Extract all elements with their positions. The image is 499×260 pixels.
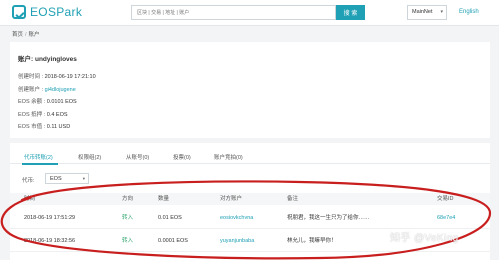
breadcrumb-home[interactable]: 首页 xyxy=(12,32,23,38)
logo-icon xyxy=(12,5,26,19)
logo-text: EOSPark xyxy=(30,5,83,19)
tx-amount: 0.0001 EOS xyxy=(158,238,188,244)
tx-counterparty-link[interactable]: eosiovkchvna xyxy=(220,207,253,229)
watermark: 知乎 @VeKing xyxy=(390,233,459,244)
tx-time: 2018-06-19 17:51:29 xyxy=(24,215,76,221)
token-filter-label: 代币: xyxy=(22,178,35,184)
tx-counterparty-link[interactable]: yuyanjunbaba xyxy=(220,230,254,252)
info-label: EOS 余额 : xyxy=(18,99,46,105)
network-select[interactable]: MainNet ▾ xyxy=(407,5,447,20)
tab-token-transfers[interactable]: 代币转账(2) xyxy=(24,153,53,161)
language-link[interactable]: English xyxy=(459,9,479,15)
tx-memo: 林允儿，我嘛早你！ xyxy=(287,238,337,244)
breadcrumb-current: 账户 xyxy=(28,32,40,38)
token-select-value: EOS xyxy=(50,176,62,182)
account-title: 账户: undyingloves xyxy=(18,53,482,63)
column-header-counterparty: 对方账户 xyxy=(220,196,243,202)
info-value: 2018-06-19 17:21:10 xyxy=(44,74,96,80)
info-value: 0.0101 EOS xyxy=(46,99,77,105)
tx-direction: 转入 xyxy=(122,238,134,244)
column-header-amount: 数量 xyxy=(158,196,170,202)
column-header-memo: 备注 xyxy=(287,196,299,202)
tx-id-link[interactable]: 68e7e4 xyxy=(437,207,455,229)
info-label: 创建账户 : xyxy=(18,86,44,93)
table-header: 时间 方向 数量 对方账户 备注 交易ID xyxy=(10,193,490,205)
info-row-balance: EOS 余额 : 0.0101 EOS xyxy=(18,96,482,109)
account-title-label: 账户: xyxy=(18,56,34,63)
logo[interactable]: EOSPark xyxy=(12,5,82,19)
tx-direction: 转入 xyxy=(122,215,134,221)
info-row-staked: EOS 抵押 : 0.4 EOS xyxy=(18,109,482,122)
breadcrumb: 首页 / 账户 xyxy=(12,30,40,38)
tab-permissions[interactable]: 权限组(2) xyxy=(78,153,101,161)
breadcrumb-separator: / xyxy=(25,32,27,38)
token-select[interactable]: EOS ▾ xyxy=(45,173,89,184)
account-name: undyingloves xyxy=(34,56,77,63)
column-header-direction: 方向 xyxy=(122,196,134,202)
tab-votes[interactable]: 投票(0) xyxy=(173,153,191,161)
info-value: 0.4 EOS xyxy=(46,111,68,118)
info-label: 创建时间 : xyxy=(18,74,44,80)
info-label: EOS 市值 : xyxy=(18,124,46,130)
column-header-txid: 交易ID xyxy=(437,196,454,202)
info-row-created-time: 创建时间 : 2018-06-19 17:21:10 xyxy=(18,71,482,84)
chevron-down-icon: ▾ xyxy=(440,9,443,15)
tx-time: 2018-06-19 18:32:56 xyxy=(24,238,76,244)
chevron-down-icon: ▾ xyxy=(82,176,85,181)
tab-bar: 代币转账(2) 权限组(2) 从账号(0) 投票(0) 账户竞拍(0) xyxy=(10,150,490,165)
account-info-card: 账户: undyingloves 创建时间 : 2018-06-19 17:21… xyxy=(10,42,490,138)
search-button[interactable]: 搜 索 xyxy=(336,5,365,20)
info-label: EOS 抵押 : xyxy=(18,111,46,118)
info-row-market-value: EOS 市值 : 0.11 USD xyxy=(18,121,482,134)
network-select-value: MainNet xyxy=(412,9,433,15)
active-tab-indicator xyxy=(22,163,58,165)
tx-memo: 祝朋君，我这一生只为了给你…… xyxy=(287,215,370,221)
tab-account-bids[interactable]: 账户竞拍(0) xyxy=(214,153,243,161)
table-row: 2018-06-19 17:51:29 转入 0.01 EOS eosiovkc… xyxy=(10,207,490,229)
info-value: 0.11 USD xyxy=(46,124,71,130)
column-header-time: 时间 xyxy=(24,196,36,202)
top-header: EOSPark 搜 索 MainNet ▾ English xyxy=(0,0,499,26)
info-row-creator: 创建账户 : gi4dlojugene xyxy=(18,84,482,97)
creator-account-link[interactable]: gi4dlojugene xyxy=(45,87,76,93)
tx-amount: 0.01 EOS xyxy=(158,215,182,221)
search-input[interactable] xyxy=(131,5,336,20)
tab-sub-accounts[interactable]: 从账号(0) xyxy=(126,153,149,161)
